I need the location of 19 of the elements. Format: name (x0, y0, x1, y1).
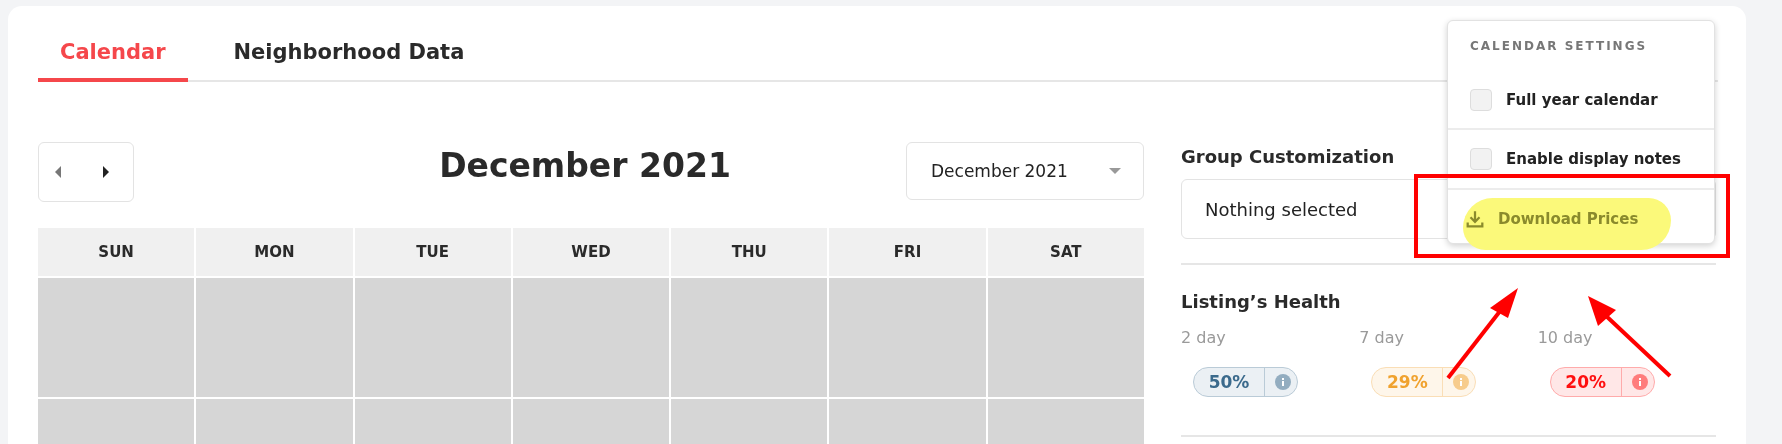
period-label: 7 day (1359, 328, 1406, 347)
health-badge: 50% (1193, 367, 1298, 397)
option-label: Full year calendar (1506, 90, 1658, 109)
weekday-header: TUE (354, 228, 511, 276)
section-title: Listing’s Health (1181, 291, 1341, 312)
weekday-header: SUN (38, 228, 195, 276)
weekday-header: THU (671, 228, 828, 276)
weekday-header: MON (196, 228, 353, 276)
health-badge: 20% (1549, 367, 1655, 397)
weekday-header: WED (512, 228, 670, 276)
health-badge: 29% (1371, 367, 1477, 397)
period-label: 10 day (1537, 328, 1594, 347)
month-title: December 2021 (439, 146, 731, 185)
period-label: 2 day (1181, 328, 1227, 347)
option-label: Enable display notes (1506, 150, 1681, 168)
section-title: Group Customization (1181, 146, 1395, 167)
weekday-header: SAT (987, 228, 1144, 276)
menu-title: CALENDAR SETTINGS (1469, 38, 1649, 55)
weekday-header: FRI (829, 228, 986, 276)
